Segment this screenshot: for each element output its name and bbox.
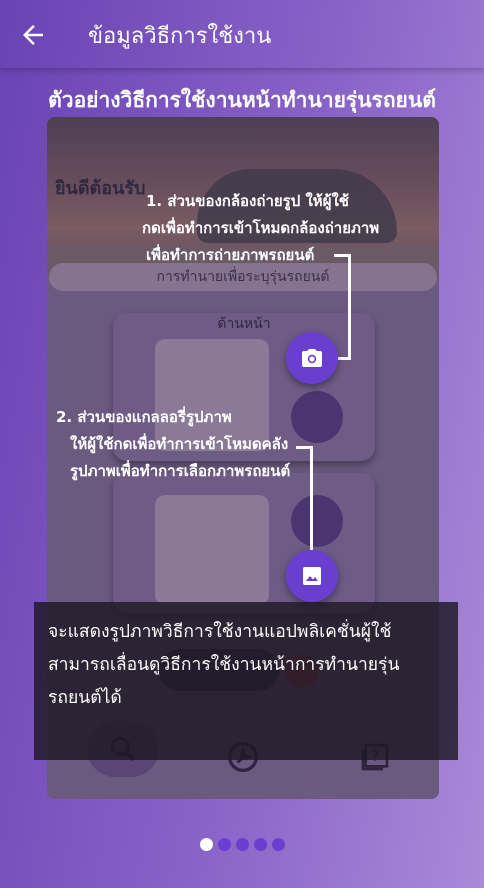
info-overlay: จะแสดงรูปภาพวิธีการใช้งานแอปพลิเคชั่นผู้… [34, 602, 458, 760]
gallery-icon-dim [291, 391, 343, 443]
page-dot-2[interactable] [218, 838, 231, 851]
gallery-callout-line3: รูปภาพเพื่อทำการเลือกภาพรถยนต์ [70, 462, 291, 480]
gallery-callout-line2: ให้ผู้ใช้กดเพื่อทำการเข้าโหมดคลัง [70, 435, 289, 453]
page-dot-1[interactable] [200, 838, 213, 851]
page-title: ตัวอย่างวิธีการใช้งานหน้าทำนายรุ่นรถยนต์ [48, 88, 436, 112]
gallery-callout: 2. ส่วนของแกลลอรี่รูปภาพ ให้ผู้ใช้กดเพื่… [52, 404, 294, 485]
image-icon [303, 567, 321, 585]
gallery-button[interactable] [286, 550, 338, 602]
info-text: จะแสดงรูปภาพวิธีการใช้งานแอปพลิเคชั่นผู้… [48, 622, 400, 708]
arrow-back-icon[interactable] [18, 20, 48, 50]
camera-callout-line2: กดเพื่อทำการเข้าโหมดกล้องถ่ายภาพ [142, 219, 380, 237]
app-bar: ข้อมูลวิธีการใช้งาน [0, 0, 484, 68]
camera-callout-bracket [334, 254, 351, 360]
gallery-callout-bracket [296, 446, 313, 555]
second-image-card [113, 473, 375, 613]
camera-button[interactable] [286, 332, 338, 384]
camera-callout-line1: 1. ส่วนของกล้องถ่ายรูป ให้ผู้ใช้ [146, 192, 349, 210]
camera-icon [302, 349, 322, 367]
gallery-callout-line1: 2. ส่วนของแกลลอรี่รูปภาพ [56, 408, 232, 426]
page-dot-5[interactable] [272, 838, 285, 851]
page-dot-3[interactable] [236, 838, 249, 851]
welcome-text: ยินดีต้อนรับ [55, 178, 146, 199]
page-dot-4[interactable] [254, 838, 267, 851]
image-placeholder [155, 495, 269, 605]
app-bar-title: ข้อมูลวิธีการใช้งาน [88, 24, 272, 49]
